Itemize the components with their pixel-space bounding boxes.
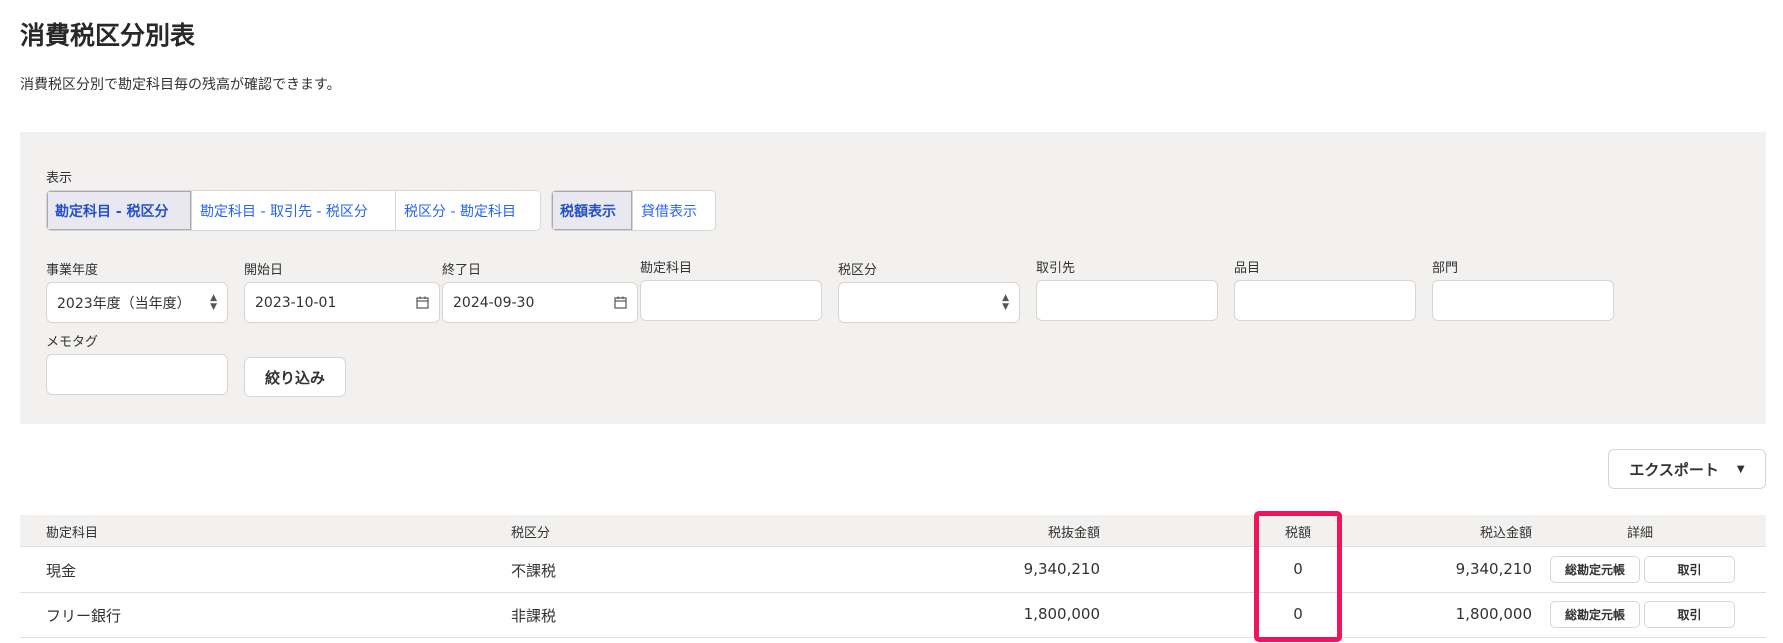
row-amount-incl: 9,340,210 <box>1455 560 1532 578</box>
general-ledger-button[interactable]: 総勘定元帳 <box>1550 556 1640 583</box>
account-input[interactable] <box>640 280 822 321</box>
fiscal-year-label: 事業年度 <box>46 263 99 278</box>
memo-tag-input[interactable] <box>46 354 228 395</box>
row-divider <box>20 592 1766 593</box>
amount-mode-toggle: 税額表示 貸借表示 <box>551 190 716 231</box>
col-header-tax-category: 税区分 <box>511 526 551 541</box>
col-header-amount-excl: 税抜金額 <box>1047 526 1100 541</box>
row-amount-excl: 9,340,210 <box>1023 560 1100 578</box>
start-date-input[interactable]: 2023-10-01 <box>244 282 440 323</box>
row-tax-category: 非課税 <box>511 607 557 625</box>
tax-category-label: 税区分 <box>838 263 878 278</box>
partner-input[interactable] <box>1036 280 1218 321</box>
memo-tag-label: メモタグ <box>46 335 99 350</box>
display-label: 表示 <box>46 171 73 186</box>
select-arrow-icon: ▲ ▼ <box>1002 292 1009 312</box>
row-account: 現金 <box>46 562 77 580</box>
partner-label: 取引先 <box>1036 261 1076 276</box>
calendar-icon[interactable] <box>614 296 627 309</box>
account-label: 勘定科目 <box>640 261 693 276</box>
item-input[interactable] <box>1234 280 1416 321</box>
general-ledger-button[interactable]: 総勘定元帳 <box>1550 601 1640 628</box>
view-mode-toggle: 勘定科目 - 税区分 勘定科目 - 取引先 - 税区分 税区分 - 勘定科目 <box>46 190 541 231</box>
col-header-amount-incl: 税込金額 <box>1479 526 1532 541</box>
view-option-tax-account[interactable]: 税区分 - 勘定科目 <box>396 191 540 230</box>
tax-category-select[interactable]: ▲ ▼ <box>838 282 1020 323</box>
start-date-label: 開始日 <box>244 263 284 278</box>
item-label: 品目 <box>1234 261 1261 276</box>
col-header-account: 勘定科目 <box>46 526 99 541</box>
department-label: 部門 <box>1432 261 1459 276</box>
fiscal-year-value: 2023年度（当年度） <box>57 295 191 312</box>
row-divider <box>20 637 1766 638</box>
tax-column-highlight <box>1254 511 1342 642</box>
amount-option-debit-credit[interactable]: 貸借表示 <box>633 191 715 230</box>
page-title: 消費税区分別表 <box>20 21 196 50</box>
calendar-icon[interactable] <box>416 296 429 309</box>
start-date-value: 2023-10-01 <box>255 294 337 311</box>
apply-filter-button[interactable]: 絞り込み <box>244 357 346 397</box>
export-label: エクスポート <box>1629 460 1719 479</box>
row-tax-category: 不課税 <box>511 562 557 580</box>
row-amount-incl: 1,800,000 <box>1455 605 1532 623</box>
view-option-account-tax[interactable]: 勘定科目 - 税区分 <box>47 191 192 230</box>
caret-down-icon: ▼ <box>1736 463 1745 475</box>
row-amount-excl: 1,800,000 <box>1023 605 1100 623</box>
department-input[interactable] <box>1432 280 1614 321</box>
amount-option-tax[interactable]: 税額表示 <box>552 191 633 230</box>
transaction-button[interactable]: 取引 <box>1644 556 1735 583</box>
select-arrow-icon: ▲ ▼ <box>210 292 217 312</box>
row-account: フリー銀行 <box>46 607 122 625</box>
fiscal-year-select[interactable]: 2023年度（当年度） ▲ ▼ <box>46 282 228 323</box>
col-header-detail: 詳細 <box>1626 526 1653 541</box>
end-date-input[interactable]: 2024-09-30 <box>442 282 638 323</box>
transaction-button[interactable]: 取引 <box>1644 601 1735 628</box>
page-description: 消費税区分別で勘定科目毎の残高が確認できます。 <box>20 77 341 93</box>
end-date-label: 終了日 <box>442 263 482 278</box>
end-date-value: 2024-09-30 <box>453 294 535 311</box>
export-button[interactable]: エクスポート ▼ <box>1608 449 1766 489</box>
view-option-account-partner-tax[interactable]: 勘定科目 - 取引先 - 税区分 <box>192 191 396 230</box>
